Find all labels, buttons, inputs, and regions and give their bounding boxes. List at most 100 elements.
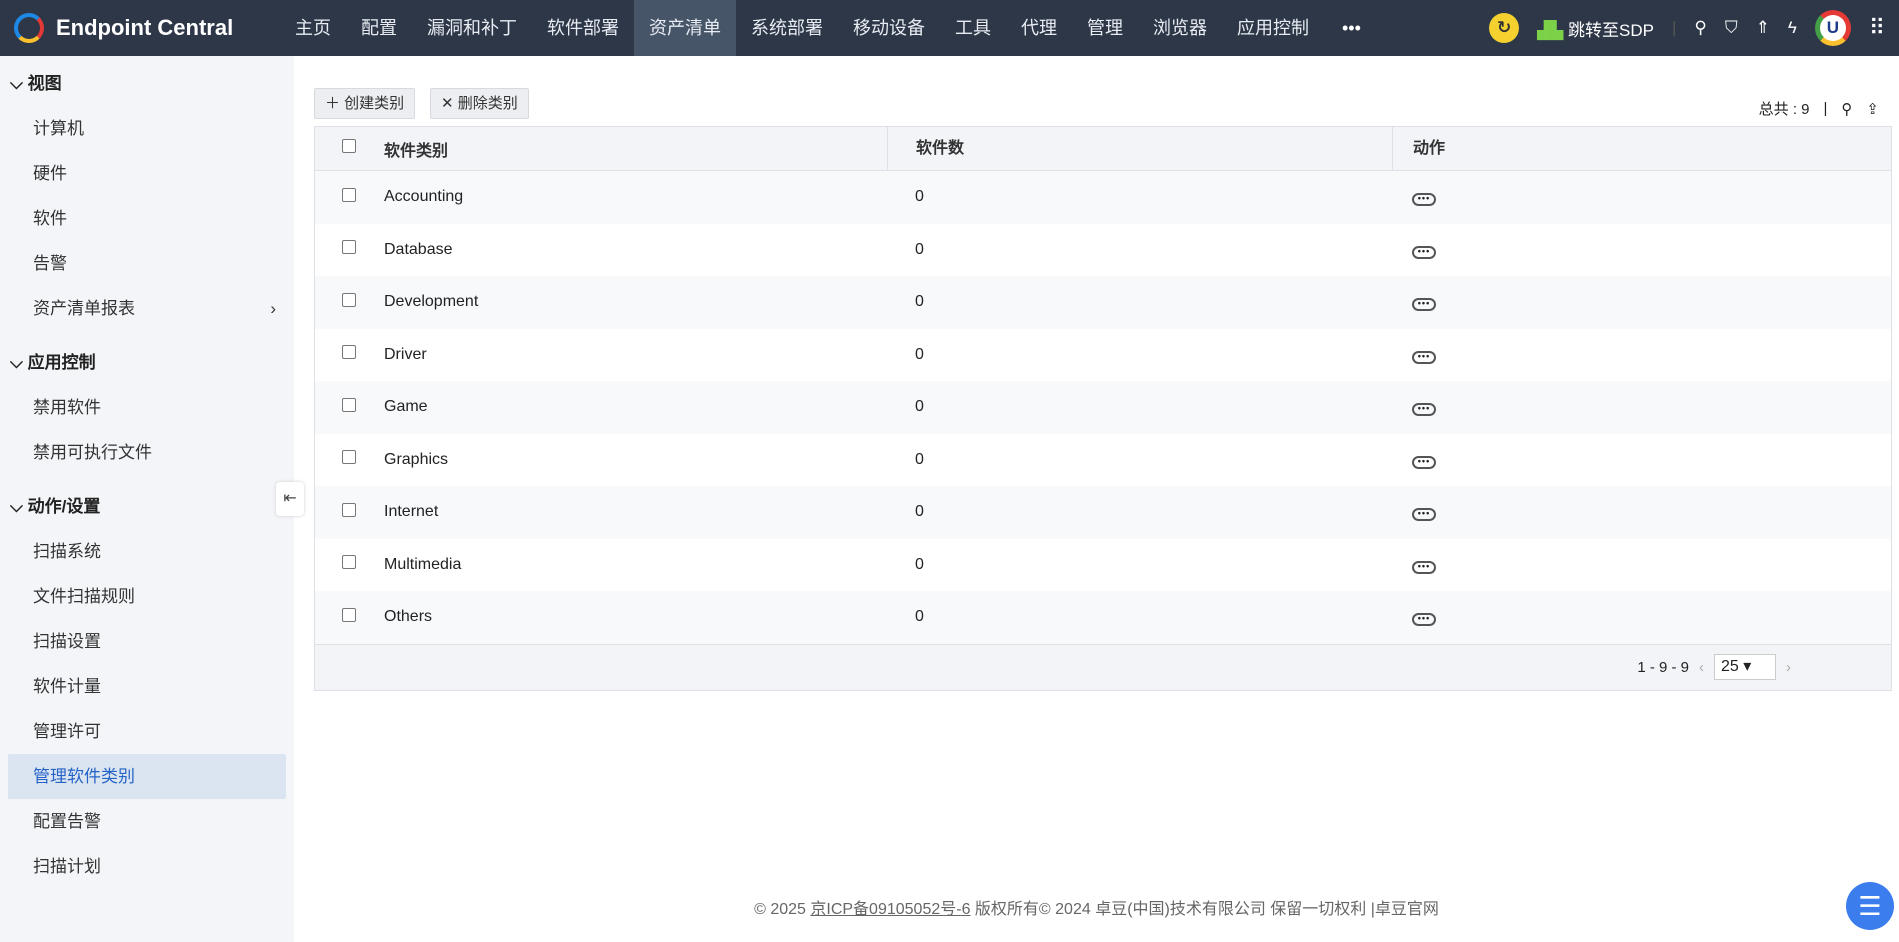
more-actions-icon[interactable]: ••• <box>1412 508 1436 522</box>
row-checkbox[interactable] <box>342 345 356 360</box>
nav-tab[interactable]: 资产清单 <box>634 0 736 56</box>
more-actions-icon[interactable]: ••• <box>1412 560 1436 574</box>
avatar[interactable]: U <box>1814 10 1851 46</box>
select-all-checkbox[interactable] <box>342 139 356 153</box>
sidebar-item[interactable]: 扫描设置 <box>8 619 286 664</box>
shield-icon[interactable]: ⛉ <box>1725 18 1738 38</box>
row-checkbox[interactable] <box>342 292 356 307</box>
nav-tab[interactable]: 配置 <box>346 0 412 56</box>
delete-category-button[interactable]: ✕ 删除类别 <box>430 88 529 119</box>
sidebar-item[interactable]: 资产清单报表 › <box>8 286 286 331</box>
sidebar-item[interactable]: 硬件 <box>8 151 286 196</box>
more-actions-icon[interactable]: ••• <box>1412 298 1436 312</box>
sdp-icon: ▟▙ <box>1537 20 1569 40</box>
prev-page-icon[interactable]: ‹ <box>1699 659 1704 676</box>
row-checkbox[interactable] <box>342 502 356 517</box>
more-actions-icon[interactable]: ••• <box>1412 455 1436 469</box>
software-count: 0 <box>915 503 924 521</box>
sidebar-section[interactable]: ⌵ 动作/设置 <box>0 485 294 529</box>
nav-tab[interactable]: 管理 <box>1072 0 1138 56</box>
per-page-value: 25 <box>1721 658 1739 675</box>
nav-more-button[interactable]: ••• <box>1324 18 1379 39</box>
category-name: Development <box>384 293 479 311</box>
sidebar-item[interactable]: 管理许可 <box>8 709 286 754</box>
section-title: 视图 <box>27 74 62 93</box>
sidebar-item[interactable]: 禁用软件 <box>8 385 286 430</box>
category-name: Graphics <box>384 450 449 468</box>
sidebar-item-label: 扫描计划 <box>33 857 101 876</box>
table-row: Graphics 0 ••• <box>315 434 1891 487</box>
collapse-sidebar-icon[interactable]: ⇤ <box>276 482 304 516</box>
nav-tab[interactable]: 软件部署 <box>532 0 634 56</box>
app-title: Endpoint Central <box>56 15 234 40</box>
create-category-label: 创建类别 <box>344 95 405 112</box>
category-name: Driver <box>384 345 427 363</box>
total-count: 总共 : 9 <box>1758 101 1810 118</box>
nav-tab[interactable]: 移动设备 <box>838 0 940 56</box>
sdp-label: 跳转至SDP <box>1568 20 1654 40</box>
row-checkbox[interactable] <box>342 397 356 412</box>
row-checkbox[interactable] <box>342 555 356 570</box>
sidebar-item[interactable]: 软件 <box>8 196 286 241</box>
table-row: Multimedia 0 ••• <box>315 539 1891 592</box>
nav-tab[interactable]: 浏览器 <box>1138 0 1222 56</box>
rocket-icon[interactable]: ⇑ <box>1756 18 1770 38</box>
sidebar-item[interactable]: 计算机 <box>8 106 286 151</box>
apps-grid-icon[interactable]: ⠿ <box>1869 15 1885 41</box>
more-actions-icon[interactable]: ••• <box>1412 613 1436 627</box>
category-name: Accounting <box>384 188 464 206</box>
sdp-link[interactable]: ▟▙ 跳转至SDP <box>1537 16 1654 41</box>
software-count: 0 <box>915 293 924 311</box>
sidebar-item[interactable]: 告警 <box>8 241 286 286</box>
sidebar-item[interactable]: 禁用可执行文件 <box>8 430 286 475</box>
icp-link[interactable]: 京ICP备09105052号-6 <box>810 901 970 918</box>
row-checkbox[interactable] <box>342 607 356 622</box>
export-icon[interactable]: ⇪ <box>1866 100 1879 118</box>
header-software-count[interactable]: 软件数 <box>887 126 1392 171</box>
sidebar-item-label: 管理许可 <box>33 722 101 741</box>
nav-tab[interactable]: 应用控制 <box>1222 0 1324 56</box>
sidebar-item-label: 硬件 <box>33 164 67 183</box>
nav-tab[interactable]: 工具 <box>940 0 1006 56</box>
sidebar-item[interactable]: 文件扫描规则 <box>8 574 286 619</box>
sidebar-item-label: 扫描设置 <box>33 632 101 651</box>
more-actions-icon[interactable]: ••• <box>1412 403 1436 417</box>
row-checkbox[interactable] <box>342 450 356 465</box>
refresh-icon[interactable]: ↻ <box>1489 13 1520 43</box>
create-category-button[interactable]: ＋ 创建类别 <box>314 88 416 119</box>
nav-tab[interactable]: 代理 <box>1006 0 1072 56</box>
table-row: Others 0 ••• <box>315 591 1891 644</box>
delete-category-label: 删除类别 <box>457 95 518 112</box>
sidebar-item[interactable]: 软件计量 <box>8 664 286 709</box>
row-checkbox[interactable] <box>342 240 356 255</box>
sidebar-item-label: 配置告警 <box>33 812 101 831</box>
nav-tab[interactable]: 漏洞和补丁 <box>412 0 532 56</box>
more-actions-icon[interactable]: ••• <box>1412 193 1436 207</box>
nav-tab[interactable]: 系统部署 <box>736 0 838 56</box>
table-search-icon[interactable]: ⚲ <box>1841 100 1852 118</box>
header-category[interactable]: 软件类别 <box>382 137 887 161</box>
sidebar-item[interactable]: 管理软件类别 <box>8 754 286 799</box>
logo-icon <box>14 13 44 43</box>
next-page-icon[interactable]: › <box>1786 659 1791 676</box>
sidebar-item-label: 文件扫描规则 <box>33 587 135 606</box>
row-checkbox[interactable] <box>342 187 356 202</box>
nav-tab[interactable]: 主页 <box>280 0 346 56</box>
more-actions-icon[interactable]: ••• <box>1412 245 1436 259</box>
sidebar-item[interactable]: 扫描系统 <box>8 529 286 574</box>
chevron-right-icon: › <box>270 299 276 318</box>
lightning-icon[interactable]: ϟ <box>1788 18 1797 38</box>
sidebar-item[interactable]: 配置告警 <box>8 799 286 844</box>
sidebar-section[interactable]: ⌵ 应用控制 <box>0 341 294 385</box>
sidebar-item[interactable]: 扫描计划 <box>8 844 286 889</box>
per-page-select[interactable]: 25 ▾ <box>1714 654 1776 680</box>
app-logo[interactable]: Endpoint Central <box>0 13 280 43</box>
sidebar-section[interactable]: ⌵ 视图 <box>0 62 294 106</box>
search-icon[interactable]: ⚲ <box>1694 18 1706 38</box>
more-actions-icon[interactable]: ••• <box>1412 350 1436 364</box>
menu-fab-button[interactable]: ☰ <box>1846 882 1894 930</box>
sidebar-item-label: 软件计量 <box>33 677 101 696</box>
page-range: 1 - 9 - 9 <box>1637 658 1689 676</box>
section-title: 应用控制 <box>27 353 96 372</box>
sidebar-item-label: 扫描系统 <box>33 542 101 561</box>
